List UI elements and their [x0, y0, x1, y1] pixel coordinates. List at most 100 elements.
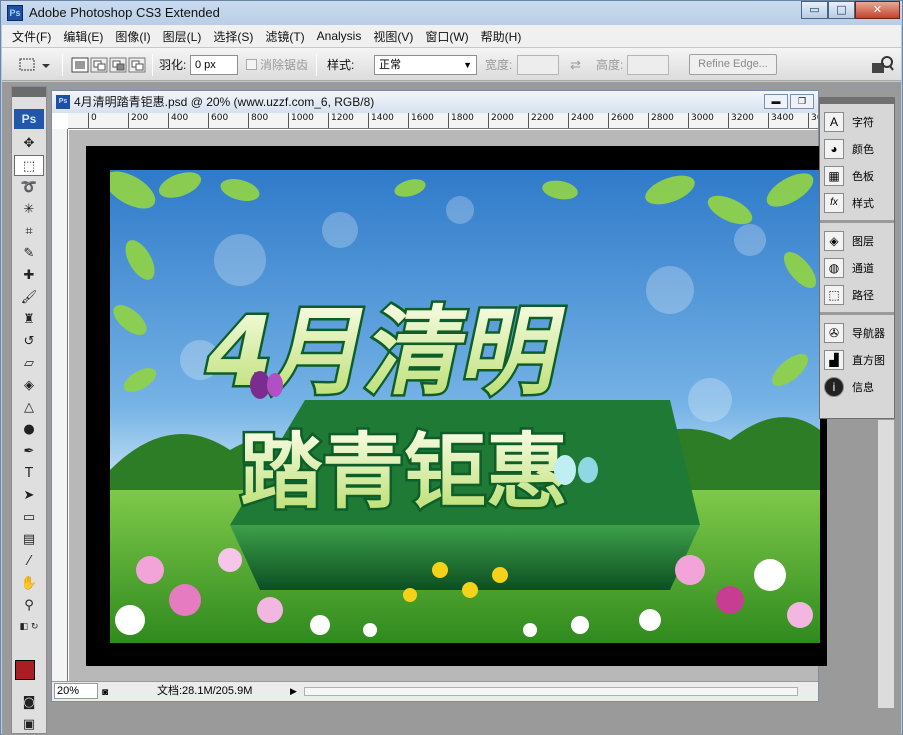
butterfly-icon	[250, 371, 283, 399]
panel-histogram[interactable]: ▟ 直方图	[820, 346, 894, 373]
menu-analysis[interactable]: Analysis	[311, 29, 368, 43]
vertical-ruler[interactable]	[52, 129, 68, 681]
vertical-scrollbar[interactable]	[877, 419, 895, 709]
ruler-tick: 3000	[688, 113, 714, 128]
crop-tool-icon[interactable]: ⌗	[14, 221, 44, 242]
quick-mask-icon[interactable]: ◙	[14, 692, 44, 713]
window-controls: ▭ □ ✕	[801, 1, 900, 19]
panel-swatches[interactable]: ▦ 色板	[820, 162, 894, 189]
document-window: Ps 4月清明踏青钜惠.psd @ 20% (www.uzzf.com_6, R…	[51, 90, 827, 702]
eraser-tool-icon[interactable]: ▱	[14, 353, 44, 374]
panel-group-3: ✇ 导航器 ▟ 直方图 i 信息	[820, 315, 894, 404]
foreground-color-swatch[interactable]	[15, 660, 35, 680]
screen-mode-icon[interactable]: ▣	[14, 714, 44, 735]
title-bar: Ps Adobe Photoshop CS3 Extended ▭ □ ✕	[1, 1, 903, 25]
status-menu-arrow-icon[interactable]: ▶	[290, 682, 297, 700]
restore-button[interactable]: □	[828, 1, 855, 19]
menu-view[interactable]: 视图(V)	[367, 28, 419, 45]
panel-label: 路径	[852, 289, 874, 302]
toolbox: Ps ✥ ⬚ ➰ ✳ ⌗ ✎ ✚ 🖌 ♜ ↺ ▱ ◈ △ ● ✒ T ➤ ▭ ▤…	[11, 86, 47, 734]
app-title: Adobe Photoshop CS3 Extended	[29, 5, 220, 20]
marquee-tool-icon[interactable]: ⬚	[14, 155, 44, 176]
slice-tool-icon[interactable]: ✎	[14, 243, 44, 264]
menu-file[interactable]: 文件(F)	[6, 28, 57, 45]
menu-filter[interactable]: 滤镜(T)	[259, 28, 310, 45]
height-input	[627, 55, 669, 75]
character-icon: A	[824, 111, 844, 132]
panel-layers[interactable]: ◈ 图层	[820, 227, 894, 254]
lasso-tool-icon[interactable]: ➰	[14, 177, 44, 198]
artboard: 4月清明 踏青钜惠	[86, 146, 827, 666]
toolbox-logo[interactable]: Ps	[14, 109, 44, 129]
pen-tool-icon[interactable]: ✒	[14, 441, 44, 462]
refine-edge-button[interactable]: Refine Edge...	[689, 54, 777, 75]
panel-channels[interactable]: ◍ 通道	[820, 254, 894, 281]
tool-preset-picker[interactable]	[16, 55, 56, 75]
eyedropper-tool-icon[interactable]: ⁄	[14, 551, 44, 572]
history-brush-tool-icon[interactable]: ↺	[14, 331, 44, 352]
hand-tool-icon[interactable]: ✋	[14, 573, 44, 594]
channels-icon: ◍	[824, 257, 844, 278]
menu-select[interactable]: 选择(S)	[207, 28, 259, 45]
path-selection-tool-icon[interactable]: ➤	[14, 485, 44, 506]
panel-styles[interactable]: fx 样式	[820, 189, 894, 216]
minimize-button[interactable]: ▭	[801, 1, 828, 19]
doc-info-icon[interactable]: ◙	[102, 684, 108, 702]
antialias-checkbox[interactable]: 消除锯齿	[246, 55, 308, 75]
panel-navigator[interactable]: ✇ 导航器	[820, 319, 894, 346]
notes-tool-icon[interactable]: ▤	[14, 529, 44, 550]
healing-brush-tool-icon[interactable]: ✚	[14, 265, 44, 286]
style-select[interactable]: 正常 ▼	[374, 55, 477, 75]
panel-label: 信息	[852, 381, 874, 394]
style-label: 样式:	[327, 58, 355, 72]
panel-character[interactable]: A 字符	[820, 108, 894, 135]
workspace-menu[interactable]	[870, 55, 894, 75]
ruler-tick: 600	[208, 113, 228, 128]
paint-bucket-tool-icon[interactable]: ◈	[14, 375, 44, 396]
navigator-icon: ✇	[824, 322, 844, 343]
magic-wand-tool-icon[interactable]: ✳	[14, 199, 44, 220]
layers-icon: ◈	[824, 230, 844, 251]
blur-tool-icon[interactable]: △	[14, 397, 44, 418]
selection-mode-buttons[interactable]	[70, 55, 146, 75]
panel-label: 导航器	[852, 327, 885, 340]
type-tool-icon[interactable]: T	[14, 463, 44, 484]
panel-label: 颜色	[852, 143, 874, 156]
default-colors-icon[interactable]: ◧ ↻	[14, 617, 44, 638]
ruler-tick: 3400	[768, 113, 794, 128]
document-restore-button[interactable]: ❐	[790, 94, 814, 109]
clone-stamp-tool-icon[interactable]: ♜	[14, 309, 44, 330]
panel-paths[interactable]: ⬚ 路径	[820, 281, 894, 308]
dodge-tool-icon[interactable]: ●	[14, 419, 44, 440]
artwork-illustration: 4月清明 踏青钜惠	[110, 170, 820, 643]
menu-help[interactable]: 帮助(H)	[475, 28, 528, 45]
document-title-bar[interactable]: Ps 4月清明踏青钜惠.psd @ 20% (www.uzzf.com_6, R…	[52, 91, 818, 113]
menu-layer[interactable]: 图层(L)	[157, 28, 208, 45]
close-button[interactable]: ✕	[855, 1, 900, 19]
menu-window[interactable]: 窗口(W)	[419, 28, 474, 45]
brush-tool-icon[interactable]: 🖌	[14, 287, 44, 308]
panel-label: 通道	[852, 262, 874, 275]
toolbox-grip[interactable]	[12, 87, 46, 97]
zoom-level-field[interactable]: 20%	[54, 683, 98, 699]
width-input	[517, 55, 559, 75]
canvas-area[interactable]: 4月清明 踏青钜惠	[69, 130, 827, 681]
panel-label: 样式	[852, 197, 874, 210]
shape-tool-icon[interactable]: ▭	[14, 507, 44, 528]
menu-image[interactable]: 图像(I)	[109, 28, 156, 45]
menu-edit[interactable]: 编辑(E)	[57, 28, 109, 45]
feather-input[interactable]: 0 px	[190, 55, 238, 75]
horizontal-ruler[interactable]: 0 200 400 600 800 1000 1200 1400 1600 18…	[68, 113, 818, 129]
ruler-tick: 2200	[528, 113, 554, 128]
zoom-tool-icon[interactable]: ⚲	[14, 595, 44, 616]
ruler-tick: 200	[128, 113, 148, 128]
document-minimize-button[interactable]: ▬	[764, 94, 788, 109]
move-tool-icon[interactable]: ✥	[14, 133, 44, 154]
panel-info[interactable]: i 信息	[820, 373, 894, 400]
panel-color[interactable]: ◕ 颜色	[820, 135, 894, 162]
options-bar: 羽化: 0 px 消除锯齿 样式: 正常 ▼ 宽度: ⇄ 高度: Refine …	[2, 47, 901, 81]
document-icon: Ps	[56, 95, 70, 109]
photoshop-window: Ps Adobe Photoshop CS3 Extended ▭ □ ✕ 文件…	[0, 0, 903, 735]
panel-label: 字符	[852, 116, 874, 129]
horizontal-scrollbar[interactable]	[304, 687, 798, 696]
